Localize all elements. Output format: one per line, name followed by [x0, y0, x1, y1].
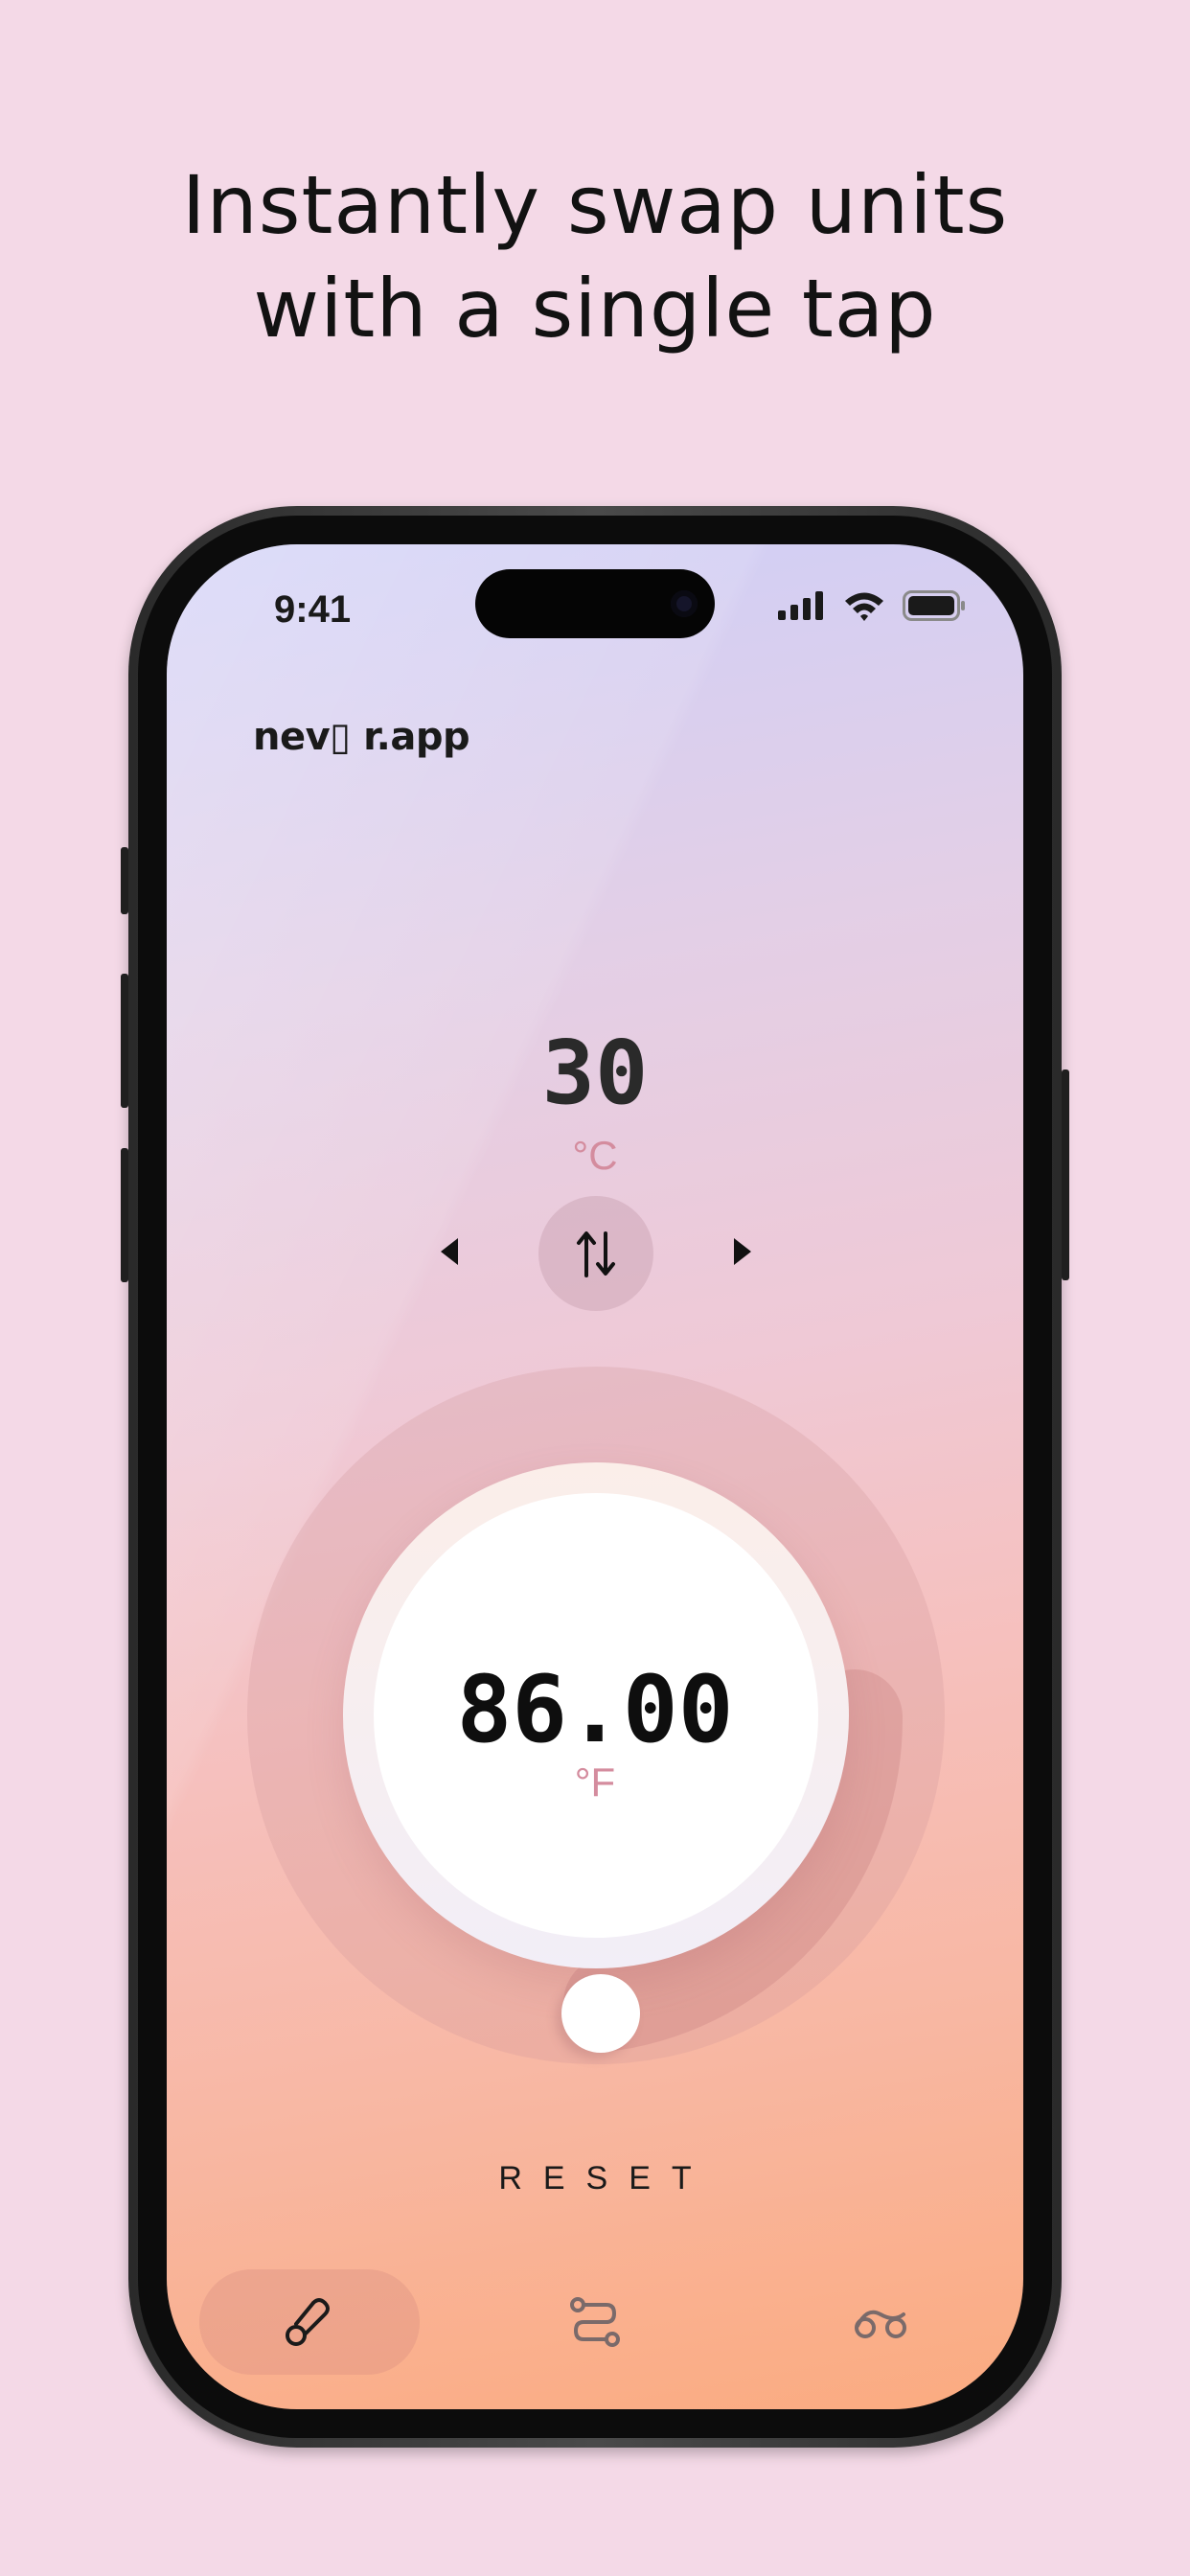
output-unit: °F — [574, 1760, 616, 1805]
battery-icon — [903, 590, 965, 621]
status-icons — [778, 588, 966, 623]
output-value: 86.00 — [456, 1656, 734, 1763]
camera-icon — [671, 590, 698, 617]
swap-units-button[interactable] — [538, 1196, 653, 1311]
dynamic-island — [475, 569, 715, 638]
status-time: 9:41 — [274, 588, 352, 631]
next-unit-arrow-icon[interactable] — [734, 1238, 751, 1265]
dial-knob[interactable] — [561, 1974, 640, 2053]
headline: Instantly swap units with a single tap — [0, 153, 1190, 360]
headline-line-2: with a single tap — [253, 262, 937, 356]
input-value[interactable]: 30 — [167, 1022, 1023, 1124]
scale-icon — [855, 2310, 906, 2338]
wifi-icon — [845, 592, 883, 621]
thermometer-icon — [286, 2298, 330, 2346]
brand-logo: nev▯ r.app — [253, 715, 470, 759]
app-screen: 9:41 nev▯ r.app 30 °C 86.00 °F RESET — [167, 544, 1023, 2409]
headline-line-1: Instantly swap units — [181, 158, 1009, 252]
tab-distance[interactable] — [561, 2288, 629, 2356]
app-store-screenshot: Instantly swap units with a single tap 9… — [0, 0, 1190, 2576]
route-icon — [570, 2297, 620, 2347]
tab-bar — [167, 2269, 1023, 2384]
swap-arrows-icon — [577, 1231, 615, 1277]
signal-icon — [778, 591, 823, 620]
input-unit: °C — [572, 1133, 618, 1178]
silent-switch — [121, 847, 128, 914]
volume-up-button — [121, 974, 128, 1108]
power-button — [1062, 1070, 1069, 1280]
reset-button[interactable]: RESET — [167, 2160, 1023, 2197]
tab-weight[interactable] — [847, 2288, 914, 2356]
previous-unit-arrow-icon[interactable] — [441, 1238, 458, 1265]
volume-down-button — [121, 1148, 128, 1282]
tab-temperature[interactable] — [276, 2288, 343, 2356]
